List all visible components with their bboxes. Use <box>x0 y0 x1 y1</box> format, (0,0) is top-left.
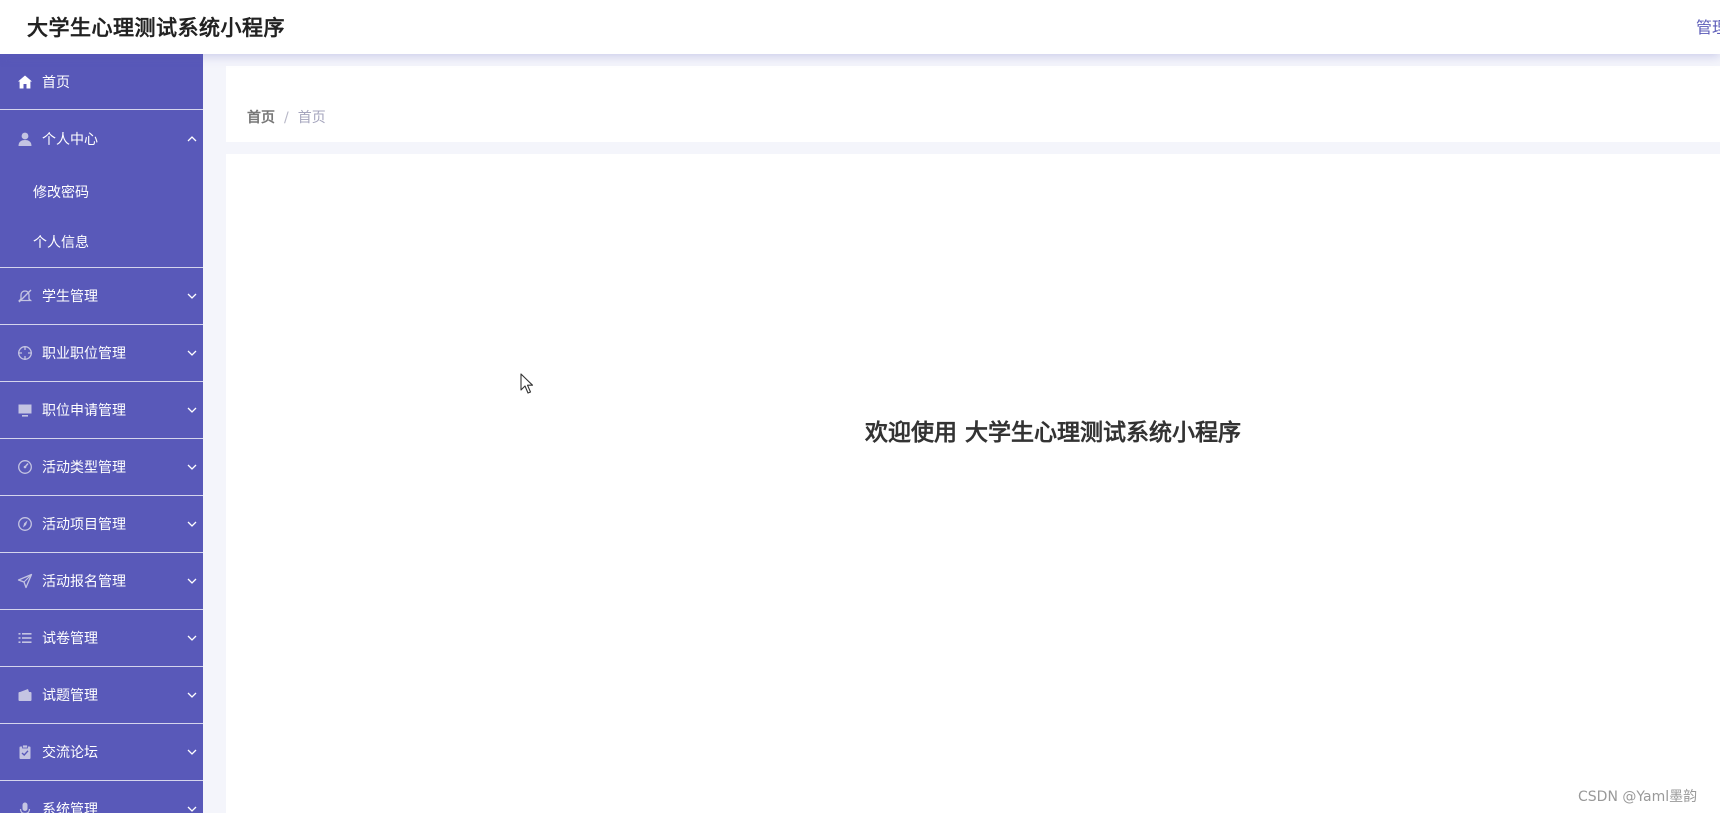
sidebar-item-label: 活动项目管理 <box>42 517 126 533</box>
clipboard-icon <box>19 744 31 759</box>
chevron-down-icon <box>187 293 197 299</box>
home-icon <box>18 75 32 88</box>
sidebar-menu: 首页 个人中心 修改密码 个人信息 学生管理 职业职位管理 职位申请管理 活动类… <box>0 54 203 813</box>
sidebar-item-label: 职位申请管理 <box>42 403 126 419</box>
sidebar-item-forum[interactable]: 交流论坛 <box>0 724 203 781</box>
sidebar-item-career-position-management[interactable]: 职业职位管理 <box>0 325 203 382</box>
welcome-heading: 欢迎使用 大学生心理测试系统小程序 <box>865 420 1242 446</box>
send-icon <box>17 573 33 589</box>
mouse-cursor-icon <box>520 373 534 394</box>
sidebar-item-label: 活动报名管理 <box>42 574 126 590</box>
chevron-down-icon <box>187 464 197 470</box>
sidebar-item-label: 交流论坛 <box>42 745 98 761</box>
watermark: CSDN @Yaml墨韵 <box>1578 789 1698 805</box>
wallet-icon <box>18 689 32 701</box>
sidebar-item-student-management[interactable]: 学生管理 <box>0 268 203 325</box>
top-header: 大学生心理测试系统小程序 管理 <box>0 0 1720 54</box>
sidebar-item-home[interactable]: 首页 <box>0 54 203 110</box>
breadcrumb-bar: 首页 / 首页 <box>226 66 1720 142</box>
breadcrumb-separator: / <box>284 110 289 126</box>
bell-off-icon <box>17 289 33 303</box>
content-area: 首页 / 首页 欢迎使用 大学生心理测试系统小程序 <box>203 54 1720 813</box>
user-icon <box>18 132 32 146</box>
sidebar-item-label: 活动类型管理 <box>42 460 126 476</box>
sidebar-item-label: 个人中心 <box>42 131 98 148</box>
sidebar-item-label: 职业职位管理 <box>42 346 126 362</box>
app-title: 大学生心理测试系统小程序 <box>27 16 285 40</box>
admin-user-menu[interactable]: 管理 <box>1696 14 1720 38</box>
sidebar-item-activity-signup-management[interactable]: 活动报名管理 <box>0 553 203 610</box>
breadcrumb-root-link[interactable]: 首页 <box>247 110 275 126</box>
chevron-down-icon <box>187 806 197 812</box>
aim-icon <box>18 346 32 360</box>
breadcrumb: 首页 / 首页 <box>247 107 326 127</box>
sidebar-submenu-personal: 个人中心 修改密码 个人信息 <box>0 110 203 268</box>
sidebar-item-personal-center[interactable]: 个人中心 <box>0 110 203 167</box>
sidebar-subitem-change-password[interactable]: 修改密码 <box>0 167 203 217</box>
sidebar-item-system-management[interactable]: 系统管理 <box>0 781 203 813</box>
sidebar-item-label: 学生管理 <box>42 289 98 305</box>
sidebar-item-label: 系统管理 <box>42 802 98 813</box>
sidebar-subitem-label: 个人信息 <box>33 235 89 251</box>
sidebar-item-activity-project-management[interactable]: 活动项目管理 <box>0 496 203 553</box>
chevron-down-icon <box>187 749 197 755</box>
list-icon <box>18 633 32 643</box>
chevron-down-icon <box>187 521 197 527</box>
microphone-icon <box>19 802 31 813</box>
breadcrumb-current: 首页 <box>297 110 326 126</box>
chevron-down-icon <box>187 578 197 584</box>
chevron-down-icon <box>187 692 197 698</box>
sidebar-item-exam-paper-management[interactable]: 试卷管理 <box>0 610 203 667</box>
sidebar-subitem-personal-info[interactable]: 个人信息 <box>0 217 203 267</box>
sidebar-item-question-management[interactable]: 试题管理 <box>0 667 203 724</box>
chevron-up-icon <box>187 135 197 141</box>
monitor-icon <box>18 404 32 417</box>
sidebar-item-label: 试卷管理 <box>42 631 98 647</box>
sidebar-item-label: 首页 <box>42 74 70 91</box>
chevron-down-icon <box>187 350 197 356</box>
gauge-icon <box>18 460 32 474</box>
sidebar-item-position-application-management[interactable]: 职位申请管理 <box>0 382 203 439</box>
sidebar-item-activity-type-management[interactable]: 活动类型管理 <box>0 439 203 496</box>
sidebar-subitem-label: 修改密码 <box>33 185 89 201</box>
main-panel: 欢迎使用 大学生心理测试系统小程序 <box>226 154 1720 813</box>
chevron-down-icon <box>187 635 197 641</box>
compass-icon <box>18 517 32 531</box>
chevron-down-icon <box>187 407 197 413</box>
sidebar-item-label: 试题管理 <box>42 688 98 704</box>
